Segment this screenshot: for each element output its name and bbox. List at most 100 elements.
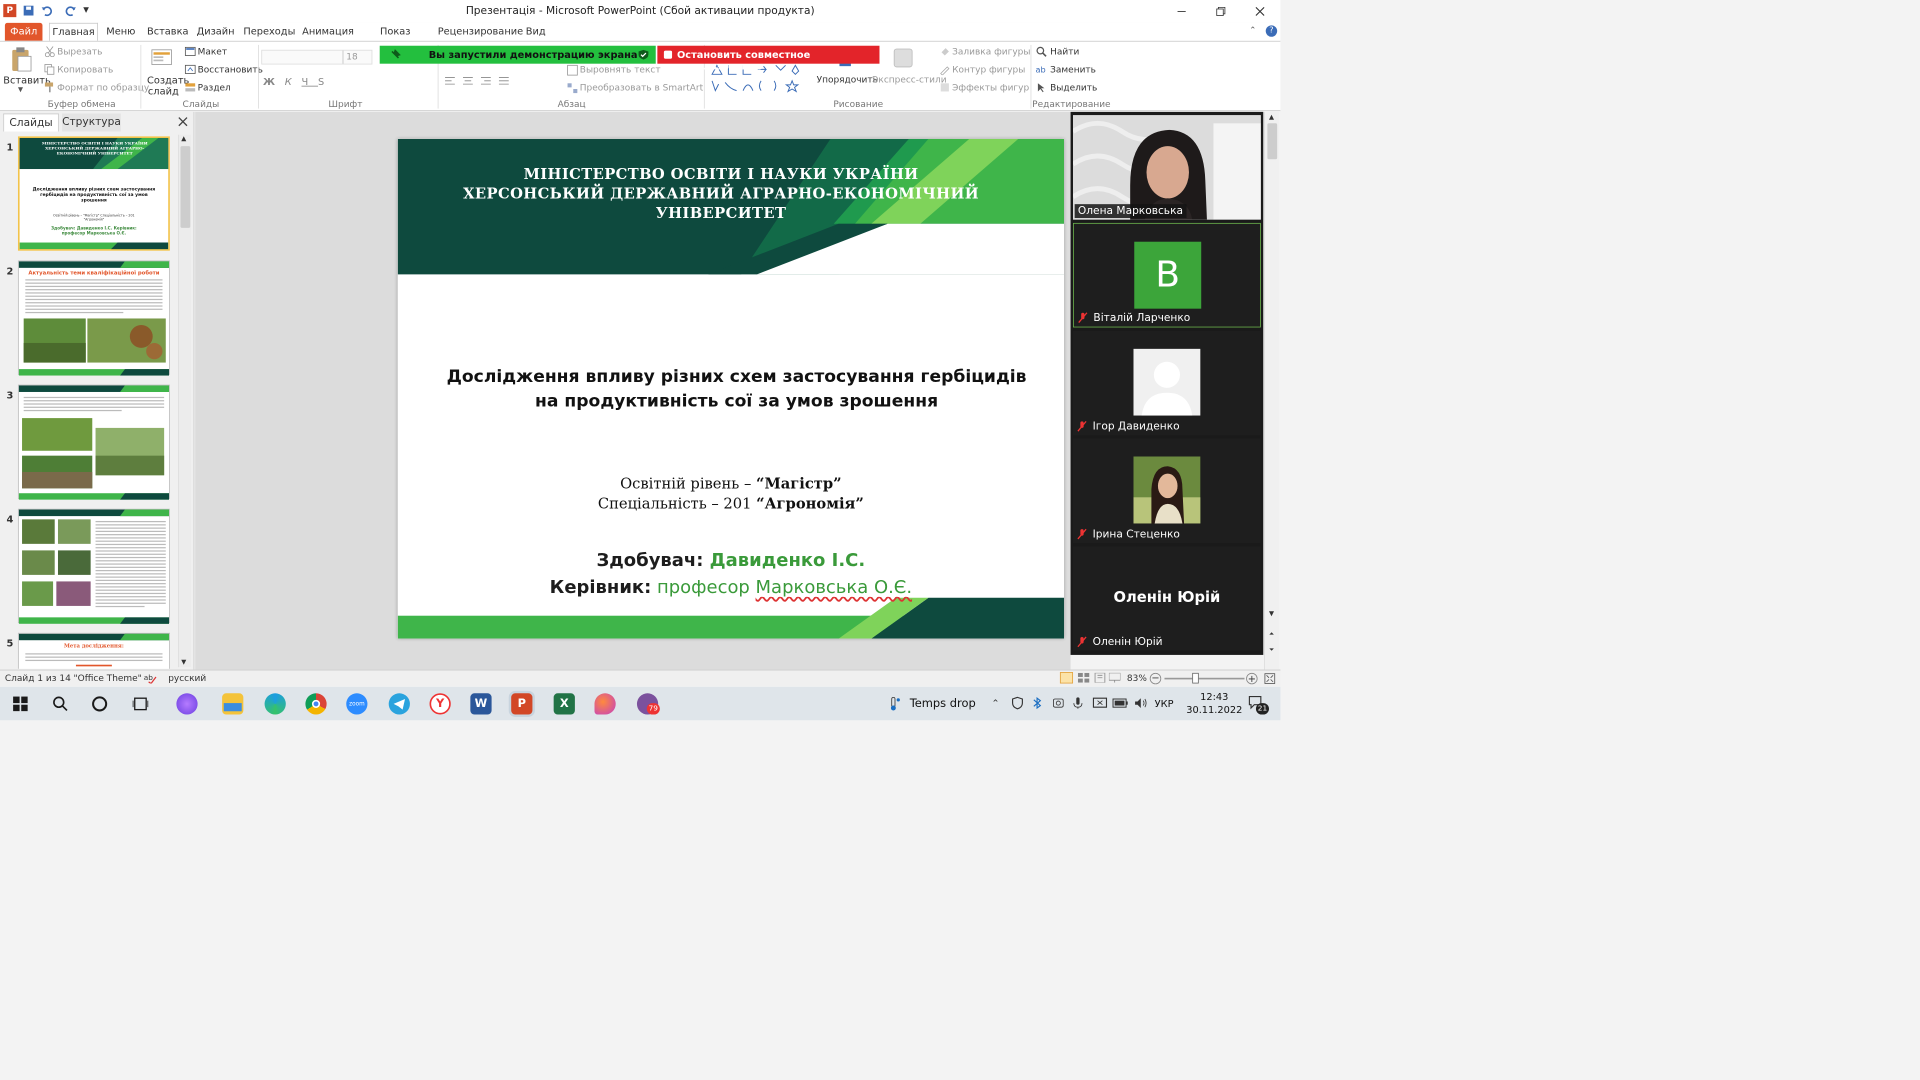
smartart-button[interactable]: Преобразовать в SmartArt — [580, 82, 703, 93]
participant-tile-2[interactable]: B Віталій Ларченко — [1073, 222, 1261, 328]
search-icon[interactable] — [52, 696, 68, 712]
tab-file[interactable]: Файл — [4, 22, 43, 41]
chrome-browser-icon[interactable] — [305, 693, 327, 715]
smartart-icon[interactable] — [567, 82, 578, 94]
reset-button[interactable]: Восстановить — [198, 65, 263, 76]
find-button[interactable]: Найти — [1050, 47, 1079, 58]
find-icon[interactable] — [1035, 46, 1047, 57]
microphone-icon[interactable] — [1071, 697, 1084, 710]
main-scroll-thumb[interactable] — [1267, 123, 1278, 160]
reading-view-icon[interactable] — [1094, 672, 1106, 683]
font-size-box[interactable]: 18 — [342, 49, 373, 65]
zoom-app-icon[interactable]: zoom — [346, 693, 368, 715]
weather-text[interactable]: Temps drop — [910, 697, 976, 710]
justify-icon[interactable] — [498, 76, 509, 86]
font-format-buttons[interactable]: ЖКЧS — [263, 76, 334, 87]
minimize-button[interactable] — [1169, 3, 1193, 19]
restore-button[interactable] — [1209, 3, 1233, 19]
input-language[interactable]: УКР — [1155, 698, 1174, 709]
slides-scroll-thumb[interactable] — [180, 146, 191, 228]
viber-app-icon[interactable]: 79 — [636, 693, 660, 715]
shape-outline-icon[interactable] — [939, 64, 950, 76]
participant-tile-1[interactable]: Олена Марковська — [1073, 115, 1261, 220]
telegram-app-icon[interactable] — [388, 693, 410, 715]
new-slide-icon[interactable] — [150, 47, 173, 70]
prev-slide-icon[interactable]: ⏶ — [1269, 630, 1274, 638]
zoom-slider-thumb[interactable] — [1192, 672, 1199, 684]
tab-review[interactable]: Рецензирование — [438, 23, 523, 41]
reset-icon[interactable] — [184, 64, 196, 75]
quick-styles-icon[interactable] — [892, 47, 915, 70]
tab-design[interactable]: Дизайн — [196, 23, 235, 41]
quick-styles-button[interactable]: Экспресс-стили — [872, 74, 946, 85]
slide-thumbnail-5[interactable]: Мета дослідження: — [17, 632, 170, 669]
align-text-button[interactable]: Выровнять текст — [580, 65, 661, 76]
windows-start-icon[interactable] — [13, 696, 28, 712]
bluetooth-icon[interactable] — [1032, 697, 1042, 710]
paint-app-icon[interactable] — [594, 693, 616, 715]
new-slide-button[interactable]: Создать слайд — [147, 74, 189, 97]
section-icon[interactable] — [185, 82, 196, 93]
format-painter-button[interactable]: Формат по образцу — [57, 82, 149, 93]
layout-button[interactable]: Макет — [198, 47, 227, 58]
messenger-app-icon[interactable] — [176, 693, 198, 715]
close-button[interactable] — [1248, 3, 1272, 19]
slides-scrollbar[interactable]: ▲ ▼ — [178, 134, 192, 668]
zoom-in-icon[interactable]: + — [1246, 672, 1258, 685]
paste-dropdown-icon[interactable]: ▼ — [18, 86, 23, 93]
font-name-box[interactable] — [261, 49, 343, 65]
arrange-button[interactable]: Упорядочить — [817, 74, 878, 85]
paste-icon[interactable] — [10, 47, 33, 73]
fit-to-window-icon[interactable] — [1264, 673, 1276, 684]
battery-icon[interactable] — [1112, 698, 1128, 708]
shape-effects-icon[interactable] — [939, 82, 950, 93]
stop-sharing-button[interactable]: Остановить совместное использование — [657, 45, 880, 72]
select-button[interactable]: Выделить — [1050, 82, 1097, 93]
align-left-icon[interactable] — [444, 76, 455, 86]
cut-button[interactable]: Вырезать — [57, 47, 102, 58]
tab-slideshow[interactable]: Показ слайдов — [361, 23, 430, 53]
section-button[interactable]: Раздел — [198, 82, 231, 93]
spellcheck-icon[interactable]: ab — [144, 672, 157, 684]
zoom-slider[interactable] — [1164, 677, 1245, 680]
format-painter-icon[interactable] — [44, 82, 55, 93]
align-right-icon[interactable] — [480, 76, 491, 86]
tab-menu[interactable]: Меню — [103, 23, 139, 41]
pin-icon[interactable] — [390, 49, 401, 60]
tab-outline[interactable]: Структура — [62, 113, 121, 132]
edge-browser-icon[interactable] — [264, 693, 286, 715]
tab-view[interactable]: Вид — [524, 23, 547, 41]
notifications-icon[interactable]: 21 — [1248, 695, 1269, 715]
close-pane-icon[interactable] — [178, 117, 188, 127]
tab-insert[interactable]: Вставка — [147, 23, 189, 41]
copy-button[interactable]: Копировать — [57, 65, 113, 76]
weather-icon[interactable] — [887, 696, 902, 712]
slide-sorter-icon[interactable] — [1077, 672, 1090, 683]
zoom-level[interactable]: 83% — [1127, 673, 1147, 684]
align-center-icon[interactable] — [462, 76, 473, 86]
powerpoint-taskbar-icon[interactable]: P — [511, 693, 533, 715]
tab-home[interactable]: Главная — [48, 22, 98, 41]
normal-view-icon[interactable] — [1059, 672, 1074, 684]
shape-effects-button[interactable]: Эффекты фигур — [952, 82, 1029, 93]
layout-icon[interactable] — [184, 46, 196, 57]
shape-outline-button[interactable]: Контур фигуры — [952, 65, 1025, 76]
task-view-icon[interactable] — [132, 696, 149, 712]
yandex-browser-icon[interactable]: Y — [429, 693, 451, 715]
participant-tile-3[interactable]: Ігор Давиденко — [1073, 330, 1261, 436]
volume-icon[interactable] — [1133, 697, 1148, 710]
next-slide-icon[interactable]: ⏷ — [1269, 646, 1274, 654]
file-explorer-icon[interactable] — [222, 693, 244, 715]
copy-icon[interactable] — [44, 64, 55, 75]
shape-fill-button[interactable]: Заливка фигуры — [952, 47, 1030, 58]
zoom-out-icon[interactable]: − — [1149, 672, 1162, 685]
excel-app-icon[interactable]: X — [553, 693, 575, 715]
security-icon[interactable] — [1011, 696, 1024, 710]
slide-thumbnail-2[interactable]: Актуальність теми кваліфікаційної роботи — [17, 260, 170, 376]
camera-icon[interactable] — [1052, 697, 1065, 710]
slide-thumbnail-3[interactable] — [17, 384, 170, 500]
screen-share-icon[interactable] — [1092, 697, 1108, 710]
shape-fill-icon[interactable] — [939, 46, 950, 57]
tab-transitions[interactable]: Переходы — [243, 23, 295, 41]
replace-button[interactable]: Заменить — [1050, 65, 1096, 76]
